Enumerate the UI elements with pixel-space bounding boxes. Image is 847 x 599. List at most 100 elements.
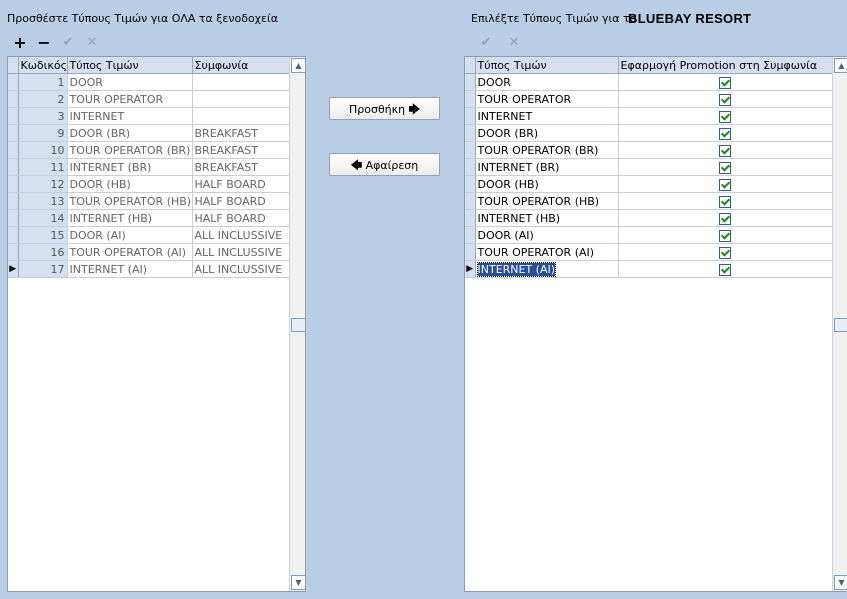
- agreement-cell[interactable]: ALL INCLUSSIVE: [192, 260, 290, 278]
- promotion-cell[interactable]: [618, 141, 833, 159]
- checkbox-checked[interactable]: [719, 110, 731, 123]
- agreement-cell[interactable]: [192, 107, 290, 125]
- code-cell[interactable]: 9: [18, 124, 68, 142]
- table-row[interactable]: TOUR OPERATOR (HB): [465, 192, 833, 210]
- table-row[interactable]: 3 INTERNET: [8, 107, 290, 125]
- row-pointer-icon[interactable]: ▶: [8, 260, 19, 278]
- rate-type-cell[interactable]: DOOR (AI): [67, 226, 193, 244]
- rate-type-cell[interactable]: TOUR OPERATOR (AI): [475, 243, 619, 261]
- row-indicator[interactable]: [8, 209, 19, 227]
- row-indicator[interactable]: [465, 124, 476, 142]
- table-row[interactable]: DOOR (BR): [465, 124, 833, 142]
- chevron-up-icon[interactable]: ▲: [291, 58, 305, 73]
- table-row[interactable]: INTERNET (HB): [465, 209, 833, 227]
- rate-type-cell[interactable]: INTERNET (HB): [67, 209, 193, 227]
- table-row[interactable]: 2 TOUR OPERATOR: [8, 90, 290, 108]
- row-indicator[interactable]: [8, 73, 19, 91]
- code-cell[interactable]: 1: [18, 73, 68, 91]
- checkbox-checked[interactable]: [719, 76, 731, 89]
- agreement-cell[interactable]: ALL INCLUSSIVE: [192, 243, 290, 261]
- agreement-cell[interactable]: BREAKFAST: [192, 158, 290, 176]
- column-header-agreement[interactable]: Συμφωνία: [192, 57, 290, 74]
- agreement-cell[interactable]: HALF BOARD: [192, 175, 290, 193]
- table-row[interactable]: 14 INTERNET (HB) HALF BOARD: [8, 209, 290, 227]
- table-row[interactable]: 10 TOUR OPERATOR (BR) BREAKFAST: [8, 141, 290, 159]
- agreement-cell[interactable]: BREAKFAST: [192, 141, 290, 159]
- row-indicator[interactable]: [465, 90, 476, 108]
- rate-type-cell[interactable]: DOOR: [475, 73, 619, 91]
- row-indicator[interactable]: [8, 90, 19, 108]
- code-cell[interactable]: 11: [18, 158, 68, 176]
- rate-type-cell[interactable]: INTERNET (AI): [67, 260, 193, 278]
- checkbox-checked[interactable]: [719, 144, 731, 157]
- rate-type-cell[interactable]: INTERNET (BR): [475, 158, 619, 176]
- agreement-cell[interactable]: HALF BOARD: [192, 209, 290, 227]
- code-cell[interactable]: 14: [18, 209, 68, 227]
- table-row[interactable]: ▶ 17 INTERNET (AI) ALL INCLUSSIVE: [8, 260, 290, 278]
- right-vertical-scrollbar[interactable]: ▲ ▼: [832, 57, 847, 591]
- table-row[interactable]: 15 DOOR (AI) ALL INCLUSSIVE: [8, 226, 290, 244]
- rate-type-cell[interactable]: DOOR (HB): [475, 175, 619, 193]
- left-vertical-scrollbar[interactable]: ▲ ▼: [289, 57, 305, 591]
- rate-type-cell[interactable]: INTERNET: [475, 107, 619, 125]
- confirm-icon[interactable]: ✔: [477, 34, 495, 52]
- checkbox-checked[interactable]: [719, 195, 731, 208]
- table-row[interactable]: 1 DOOR: [8, 73, 290, 91]
- agreement-cell[interactable]: HALF BOARD: [192, 192, 290, 210]
- rate-type-cell[interactable]: TOUR OPERATOR (BR): [67, 141, 193, 159]
- row-indicator[interactable]: [465, 158, 476, 176]
- rate-type-cell[interactable]: DOOR (AI): [475, 226, 619, 244]
- rate-type-cell[interactable]: DOOR (BR): [475, 124, 619, 142]
- column-header-rate-type[interactable]: Τύπος Τιμών: [67, 57, 193, 74]
- row-indicator[interactable]: [8, 226, 19, 244]
- checkbox-checked[interactable]: [719, 229, 731, 242]
- rate-type-cell[interactable]: TOUR OPERATOR (HB): [67, 192, 193, 210]
- table-row[interactable]: ▶ INTERNET (AI): [465, 260, 833, 278]
- promotion-cell[interactable]: [618, 226, 833, 244]
- add-button[interactable]: Προσθήκη 🡆: [329, 97, 440, 120]
- row-indicator[interactable]: [8, 175, 19, 193]
- promotion-cell[interactable]: [618, 209, 833, 227]
- agreement-cell[interactable]: [192, 73, 290, 91]
- row-indicator[interactable]: [8, 192, 19, 210]
- row-indicator[interactable]: [8, 107, 19, 125]
- row-indicator[interactable]: [8, 141, 19, 159]
- rate-type-cell[interactable]: INTERNET: [67, 107, 193, 125]
- checkbox-checked[interactable]: [719, 263, 731, 276]
- code-cell[interactable]: 15: [18, 226, 68, 244]
- row-indicator[interactable]: [465, 107, 476, 125]
- code-cell[interactable]: 13: [18, 192, 68, 210]
- column-header-rate-type[interactable]: Τύπος Τιμών: [475, 57, 619, 74]
- rate-type-cell[interactable]: INTERNET (BR): [67, 158, 193, 176]
- chevron-down-icon[interactable]: ▼: [291, 575, 305, 590]
- table-row[interactable]: 13 TOUR OPERATOR (HB) HALF BOARD: [8, 192, 290, 210]
- table-row[interactable]: 12 DOOR (HB) HALF BOARD: [8, 175, 290, 193]
- rate-type-cell[interactable]: DOOR (HB): [67, 175, 193, 193]
- row-indicator[interactable]: [465, 226, 476, 244]
- table-row[interactable]: TOUR OPERATOR: [465, 90, 833, 108]
- code-cell[interactable]: 10: [18, 141, 68, 159]
- table-row[interactable]: INTERNET: [465, 107, 833, 125]
- column-header-promotion[interactable]: Εφαρμογή Promotion στη Συμφωνία: [618, 57, 833, 74]
- agreement-cell[interactable]: ALL INCLUSSIVE: [192, 226, 290, 244]
- row-indicator[interactable]: [8, 124, 19, 142]
- rate-type-cell[interactable]: INTERNET (AI): [475, 260, 619, 278]
- left-rate-types-grid[interactable]: Κωδικός Τύπος Τιμών Συμφωνία 1 DOOR 2 TOUR …: [7, 56, 306, 592]
- cancel-icon[interactable]: ✕: [83, 34, 101, 52]
- table-row[interactable]: DOOR (HB): [465, 175, 833, 193]
- rate-type-cell[interactable]: INTERNET (HB): [475, 209, 619, 227]
- promotion-cell[interactable]: [618, 158, 833, 176]
- remove-button[interactable]: 🡄 Αφαίρεση: [329, 153, 440, 176]
- promotion-cell[interactable]: [618, 124, 833, 142]
- cancel-icon[interactable]: ✕: [505, 34, 523, 52]
- scrollbar-thumb[interactable]: [291, 318, 305, 332]
- promotion-cell[interactable]: [618, 90, 833, 108]
- checkbox-checked[interactable]: [719, 127, 731, 140]
- rate-type-cell[interactable]: TOUR OPERATOR (HB): [475, 192, 619, 210]
- row-indicator[interactable]: [465, 243, 476, 261]
- row-indicator[interactable]: [8, 158, 19, 176]
- rate-type-cell[interactable]: TOUR OPERATOR (AI): [67, 243, 193, 261]
- promotion-cell[interactable]: [618, 192, 833, 210]
- agreement-cell[interactable]: BREAKFAST: [192, 124, 290, 142]
- rate-type-cell[interactable]: TOUR OPERATOR: [67, 90, 193, 108]
